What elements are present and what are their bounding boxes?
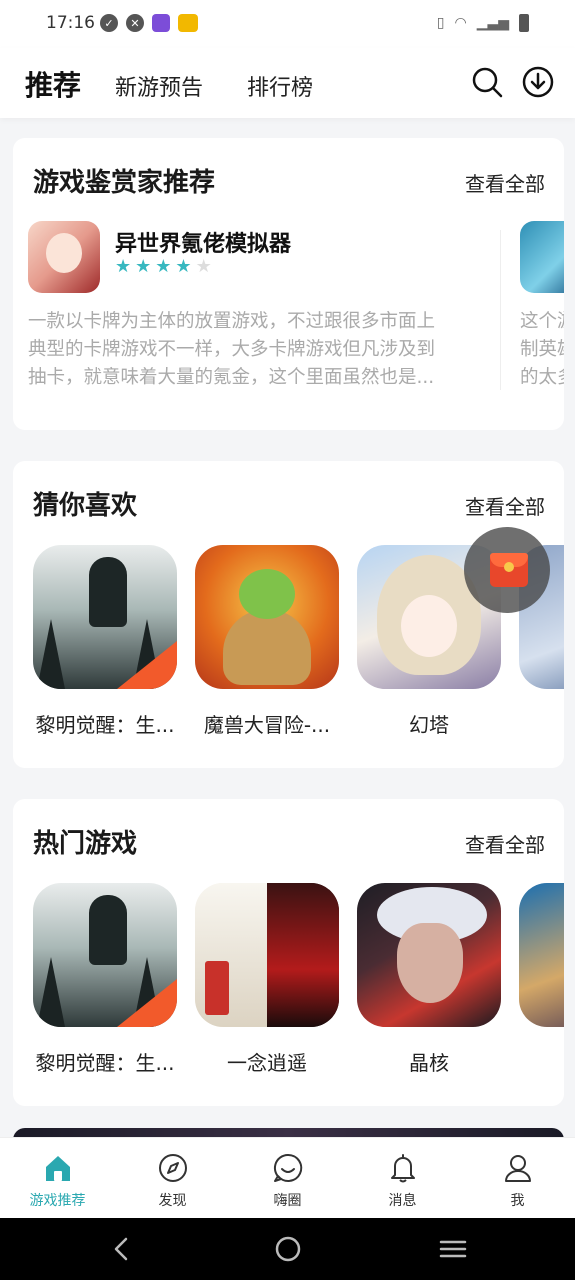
download-icon[interactable] [522, 66, 554, 98]
tab-label: 消息 [388, 1193, 417, 1209]
red-packet-float-button[interactable] [464, 527, 550, 613]
game-name: 魔兽大冒险-... [203, 713, 331, 737]
status-time: 17:16 [46, 13, 95, 33]
tab-discover[interactable]: 发现 [115, 1138, 230, 1219]
user-icon [505, 1155, 531, 1182]
review-line: 抽卡，就意味着大量的氪金，这个里面虽然也是... [28, 367, 435, 388]
game-name: 幻 [519, 709, 564, 738]
star-icon: ★ [135, 256, 152, 277]
star-icon: ★ [155, 256, 172, 277]
game-name: 幻塔 [409, 713, 449, 737]
notification-icons: ✓ ✕ [100, 14, 198, 32]
game-icon[interactable] [195, 545, 339, 689]
view-all-link[interactable]: 查看全部 [465, 168, 545, 197]
game-icon[interactable] [519, 883, 564, 1027]
home-icon [46, 1156, 70, 1181]
rating-stars: ★ ★ ★ ★ ★ [115, 258, 212, 276]
chat-bubble-icon [273, 1153, 303, 1182]
menu-icon[interactable] [439, 1235, 467, 1263]
app-notification-icon [152, 14, 170, 32]
game-icon[interactable] [33, 883, 177, 1027]
tab-ranking[interactable]: 排行榜 [247, 70, 313, 102]
game-item[interactable]: 魔兽大冒险-... [195, 545, 339, 738]
review-line: 这个游 [520, 311, 564, 332]
section-title: 猜你喜欢 [33, 491, 138, 521]
tab-label: 游戏推荐 [29, 1193, 86, 1209]
bottom-tab-bar: 游戏推荐 发现 嗨圈 消息 我 [0, 1137, 575, 1218]
hot-games-card: 热门游戏 查看全部 黎明觉醒：生... 一念逍遥 晶核 明 [13, 799, 564, 1106]
bell-icon [391, 1154, 415, 1183]
vibrate-icon: ▯ [436, 15, 445, 31]
game-item[interactable]: 黎明觉醒：生... [33, 883, 177, 1076]
divider [500, 230, 501, 390]
review-line: 典型的卡牌游戏不一样，大多卡牌游戏但凡涉及到 [28, 339, 436, 360]
back-icon[interactable] [108, 1235, 136, 1263]
review-line: 的太多 [520, 367, 564, 388]
tab-game-recommend[interactable]: 游戏推荐 [0, 1138, 115, 1219]
game-icon[interactable] [28, 221, 100, 293]
wifi-icon: ◠ [454, 15, 467, 31]
top-nav: 推荐 新游预告 排行榜 [0, 48, 575, 118]
star-empty-icon: ★ [195, 256, 212, 277]
game-name[interactable]: 异世界氪佬模拟器 [115, 226, 291, 258]
star-icon: ★ [115, 256, 132, 277]
section-title: 热门游戏 [33, 829, 138, 859]
game-name: 一念逍遥 [227, 1051, 307, 1075]
shield-icon: ✕ [126, 14, 144, 32]
game-item[interactable]: 黎明觉醒：生... [33, 545, 177, 738]
game-icon[interactable] [33, 545, 177, 689]
section-title: 游戏鉴赏家推荐 [33, 168, 216, 198]
game-name: 晶核 [409, 1051, 449, 1075]
tab-recommend[interactable]: 推荐 [25, 64, 81, 104]
tab-me[interactable]: 我 [460, 1138, 575, 1219]
review-line: 一款以卡牌为主体的放置游戏，不过跟很多市面上 [28, 311, 436, 332]
game-name: 明 [519, 1047, 564, 1076]
game-carousel[interactable]: 黎明觉醒：生... 一念逍遥 晶核 明 [33, 883, 564, 1083]
compass-icon [159, 1154, 187, 1182]
status-bar: 17:16 ✓ ✕ ▯ ◠ ▁▃▅ [0, 0, 575, 48]
next-game-icon[interactable] [520, 221, 564, 293]
star-icon: ★ [175, 256, 192, 277]
review-line: 制英雄 [520, 339, 564, 360]
view-all-link[interactable]: 查看全部 [465, 829, 545, 858]
battery-icon [519, 14, 529, 32]
system-navigation-bar [0, 1218, 575, 1280]
tab-label: 我 [510, 1193, 525, 1209]
game-name: 黎明觉醒：生... [35, 1051, 175, 1075]
review-text[interactable]: 一款以卡牌为主体的放置游戏，不过跟很多市面上 典型的卡牌游戏不一样，大多卡牌游戏… [28, 308, 488, 392]
game-name: 黎明觉醒：生... [35, 713, 175, 737]
view-all-link[interactable]: 查看全部 [465, 491, 545, 520]
tab-upcoming-games[interactable]: 新游预告 [115, 70, 203, 102]
game-notification-icon [178, 14, 198, 32]
guess-you-like-card: 猜你喜欢 查看全部 黎明觉醒：生... 魔兽大冒险-... 幻塔 幻 [13, 461, 564, 768]
home-circle-icon[interactable] [274, 1235, 302, 1263]
game-item[interactable]: 明 [519, 883, 564, 1076]
search-icon[interactable] [471, 66, 503, 98]
tab-label: 嗨圈 [273, 1193, 302, 1209]
expert-recommend-card: 游戏鉴赏家推荐 查看全部 异世界氪佬模拟器 ★ ★ ★ ★ ★ 一款以卡牌为主体… [13, 138, 564, 430]
signal-icon: ▁▃▅ [476, 15, 509, 31]
check-circle-icon: ✓ [100, 14, 118, 32]
tab-hi-circle[interactable]: 嗨圈 [230, 1138, 345, 1219]
tab-messages[interactable]: 消息 [345, 1138, 460, 1219]
system-status-icons: ▯ ◠ ▁▃▅ [437, 14, 529, 32]
tab-label: 发现 [158, 1193, 187, 1209]
game-icon[interactable] [195, 883, 339, 1027]
next-review-text[interactable]: 这个游 制英雄 的太多 [520, 308, 564, 392]
game-item[interactable]: 一念逍遥 [195, 883, 339, 1076]
game-icon[interactable] [357, 883, 501, 1027]
game-item[interactable]: 晶核 [357, 883, 501, 1076]
